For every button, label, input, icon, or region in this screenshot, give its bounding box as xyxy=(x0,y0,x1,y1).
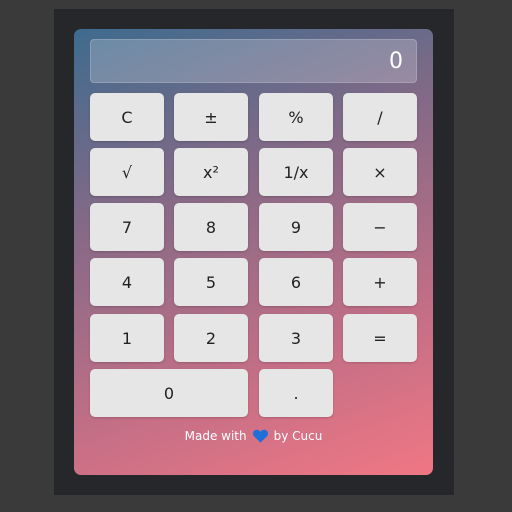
multiply-button[interactable]: × xyxy=(343,148,417,196)
three-button[interactable]: 3 xyxy=(259,314,333,362)
four-button[interactable]: 4 xyxy=(90,258,164,306)
heart-icon xyxy=(252,429,269,443)
two-button[interactable]: 2 xyxy=(174,314,248,362)
divide-button[interactable]: / xyxy=(343,93,417,141)
sqrt-button[interactable]: √ xyxy=(90,148,164,196)
nine-button[interactable]: 9 xyxy=(259,203,333,251)
made-with-text: Made with xyxy=(184,429,247,443)
zero-button[interactable]: 0 xyxy=(90,369,248,417)
author-text: by Cucu xyxy=(273,429,323,443)
eight-button[interactable]: 8 xyxy=(174,203,248,251)
add-button[interactable]: + xyxy=(343,258,417,306)
equals-button[interactable]: = xyxy=(343,314,417,362)
clear-button[interactable]: C xyxy=(90,93,164,141)
calculator-display: 0 xyxy=(90,39,417,83)
decimal-button[interactable]: . xyxy=(259,369,333,417)
reciprocal-button[interactable]: 1/x xyxy=(259,148,333,196)
calculator: 0 C ± % / √ x² 1/x × 7 8 9 − 4 5 6 + 1 2… xyxy=(74,29,433,475)
seven-button[interactable]: 7 xyxy=(90,203,164,251)
square-button[interactable]: x² xyxy=(174,148,248,196)
one-button[interactable]: 1 xyxy=(90,314,164,362)
five-button[interactable]: 5 xyxy=(174,258,248,306)
six-button[interactable]: 6 xyxy=(259,258,333,306)
credits-footer: Made with by Cucu xyxy=(74,429,433,443)
subtract-button[interactable]: − xyxy=(343,203,417,251)
percent-button[interactable]: % xyxy=(259,93,333,141)
negate-button[interactable]: ± xyxy=(174,93,248,141)
